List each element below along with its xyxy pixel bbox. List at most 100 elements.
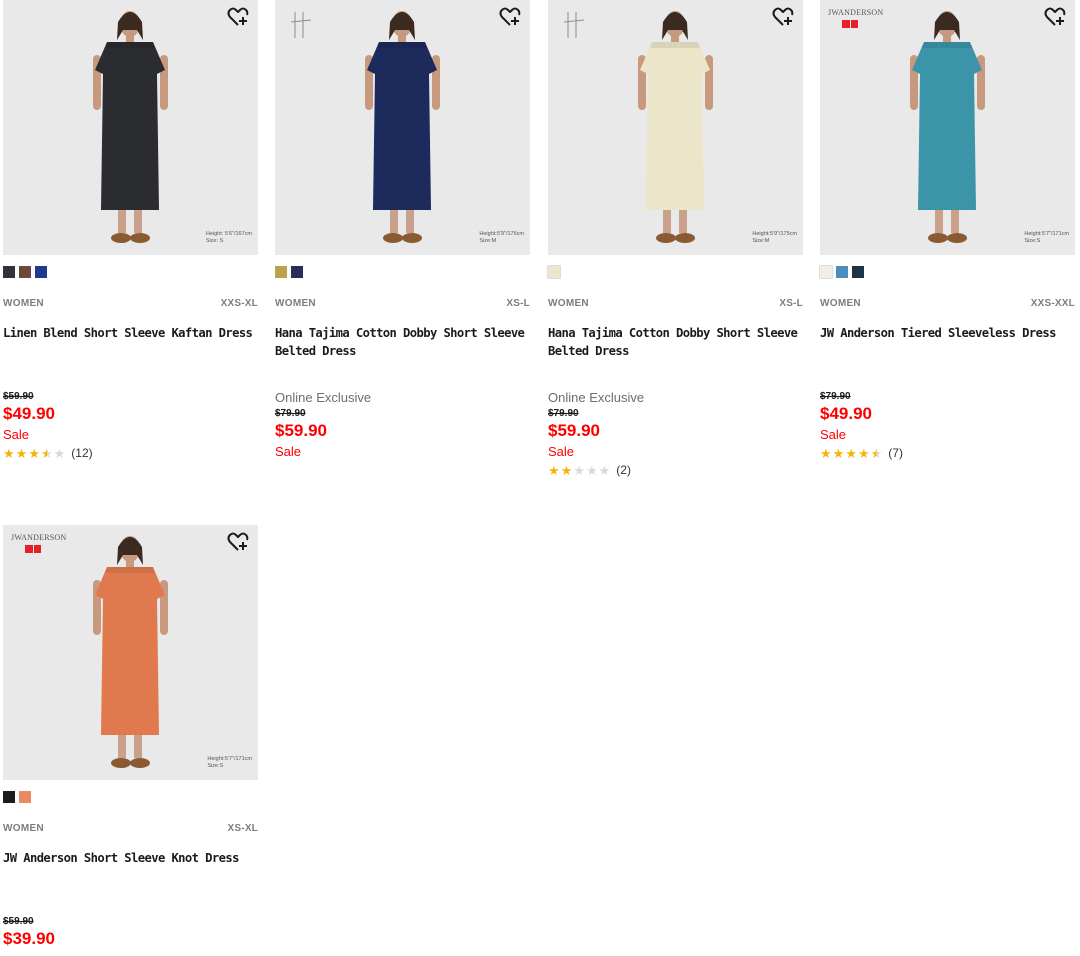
- star-icon: ★: [820, 445, 832, 461]
- product-meta: WOMEN XXS-XXL: [820, 298, 1075, 310]
- star-icon: ★: [832, 445, 845, 461]
- add-to-wishlist-icon[interactable]: [226, 6, 250, 28]
- brand-logo-icon: [563, 12, 585, 38]
- model-figure: [93, 536, 168, 768]
- price-block: Online Exclusive $79.90 $59.90 Sale: [275, 389, 530, 462]
- add-to-wishlist-icon[interactable]: [771, 6, 795, 28]
- product-meta: WOMEN XS-L: [275, 298, 530, 310]
- color-swatch[interactable]: [819, 265, 833, 279]
- price-block: $79.90 $49.90 Sale ★ ★ ★ ★ ★ (7): [820, 390, 1075, 461]
- product-card[interactable]: Height:5'9"/176cm Size:M WOMEN XS-L Hana Taj…: [275, 0, 530, 459]
- product-name[interactable]: Linen Blend Short Sleeve Kaftan Dress: [3, 324, 258, 342]
- rating[interactable]: ★ ★ ★ ★ ★ (7): [820, 445, 1075, 461]
- original-price: $59.90: [3, 916, 34, 927]
- product-name[interactable]: Hana Tajima Cotton Dobby Short Sleeve Be…: [548, 324, 803, 360]
- model-info-line: Height:5'7"/171cm: [207, 756, 252, 763]
- gender-label: WOMEN: [3, 823, 44, 834]
- model-info-line: Size:S: [1024, 238, 1041, 245]
- color-swatch[interactable]: [35, 266, 47, 278]
- star-icon: ★: [560, 462, 573, 478]
- color-swatches: [819, 265, 864, 279]
- original-price: $59.90: [3, 391, 34, 402]
- price-block: $59.90 $39.90: [3, 915, 258, 950]
- model-figure: [93, 11, 168, 243]
- color-swatch[interactable]: [275, 266, 287, 278]
- size-range: XS-L: [779, 298, 803, 309]
- rating[interactable]: ★ ★ ★ ★ ★ (12): [3, 445, 258, 461]
- color-swatches: [3, 791, 31, 803]
- star-icon: ★: [845, 445, 857, 461]
- add-to-wishlist-icon[interactable]: [498, 6, 522, 28]
- product-card[interactable]: JWANDERSON Height:5'7"/171cm Size:S WOMEN XS…: [3, 525, 258, 948]
- color-swatches: [3, 266, 47, 278]
- brand-logo-text: JWANDERSON: [11, 533, 67, 542]
- model-info: Height:5'7"/171cm Size:S: [1024, 231, 1069, 245]
- product-card[interactable]: Height:5'9"/175cm Size:M WOMEN XS-L Hana Taj…: [547, 0, 803, 477]
- price-block: Online Exclusive $79.90 $59.90 Sale ★ ★ ★ ★ ★ (2): [548, 389, 803, 478]
- product-image[interactable]: Height:5'9"/176cm Size:M: [275, 0, 530, 255]
- product-image[interactable]: JWANDERSON Height:5'7"/171cm Size:S: [820, 0, 1075, 255]
- original-price: $79.90: [820, 391, 851, 402]
- rating-stars: ★ ★ ★ ★ ★: [548, 464, 610, 477]
- model-info-line: Height:5'9"/175cm: [752, 231, 797, 238]
- color-swatch[interactable]: [19, 791, 31, 803]
- brand-logo-text: JWANDERSON: [828, 8, 884, 17]
- model-info: Height:5'9"/176cm Size:M: [479, 231, 524, 245]
- model-figure: [910, 11, 985, 243]
- product-card[interactable]: JWANDERSON Height:5'7"/171cm Size:S WOMEN XX…: [819, 0, 1075, 460]
- product-name[interactable]: Hana Tajima Cotton Dobby Short Sleeve Be…: [275, 324, 530, 360]
- product-meta: WOMEN XS-L: [548, 298, 803, 310]
- product-meta: WOMEN XS-XL: [3, 823, 258, 835]
- model-info-line: Height: 5'6"/167cm: [205, 231, 252, 238]
- model-info-line: Size:S: [207, 763, 224, 770]
- star-icon: ★: [870, 445, 883, 461]
- color-swatch[interactable]: [836, 266, 848, 278]
- star-icon: ★: [573, 462, 585, 478]
- rating-stars: ★ ★ ★ ★ ★: [820, 447, 882, 460]
- uniqlo-logo: [842, 20, 858, 28]
- sale-price: $59.90: [275, 421, 327, 440]
- star-icon: ★: [598, 462, 611, 478]
- product-meta: WOMEN XXS-XL: [3, 298, 258, 310]
- sale-label: Sale: [548, 444, 575, 459]
- color-swatch[interactable]: [19, 266, 31, 278]
- star-icon: ★: [40, 445, 53, 461]
- model-info-line: Size:M: [479, 238, 497, 245]
- sale-price: $39.90: [3, 929, 55, 948]
- product-name[interactable]: JW Anderson Tiered Sleeveless Dress: [820, 324, 1075, 342]
- color-swatch[interactable]: [852, 266, 864, 278]
- brand-logo-icon: [290, 12, 312, 38]
- star-icon: ★: [3, 445, 15, 461]
- rating[interactable]: ★ ★ ★ ★ ★ (2): [548, 462, 803, 478]
- product-card[interactable]: Height: 5'6"/167cm Size: S WOMEN XXS-XL Line…: [3, 0, 258, 460]
- color-swatch[interactable]: [291, 266, 303, 278]
- product-name[interactable]: JW Anderson Short Sleeve Knot Dress: [3, 849, 258, 867]
- star-icon: ★: [53, 445, 66, 461]
- size-range: XXS-XL: [220, 298, 258, 309]
- sale-label: Sale: [3, 427, 30, 442]
- add-to-wishlist-icon[interactable]: [226, 531, 250, 553]
- sale-price: $59.90: [548, 421, 600, 440]
- gender-label: WOMEN: [548, 298, 589, 309]
- color-swatch[interactable]: [547, 265, 561, 279]
- product-image[interactable]: Height: 5'6"/167cm Size: S: [3, 0, 258, 255]
- online-exclusive-label: Online Exclusive: [275, 390, 372, 405]
- product-image[interactable]: Height:5'9"/175cm Size:M: [548, 0, 803, 255]
- sale-price: $49.90: [820, 404, 872, 423]
- star-icon: ★: [15, 445, 28, 461]
- add-to-wishlist-icon[interactable]: [1043, 6, 1067, 28]
- color-swatch[interactable]: [3, 791, 15, 803]
- star-icon: ★: [28, 445, 40, 461]
- color-swatches: [275, 266, 303, 278]
- rating-count: (7): [888, 446, 903, 460]
- sale-price: $49.90: [3, 404, 55, 423]
- size-range: XS-XL: [227, 823, 258, 834]
- star-icon: ★: [548, 462, 560, 478]
- original-price: $79.90: [548, 408, 579, 419]
- star-icon: ★: [585, 462, 598, 478]
- product-image[interactable]: JWANDERSON Height:5'7"/171cm Size:S: [3, 525, 258, 780]
- uniqlo-logo: [25, 545, 41, 553]
- color-swatch[interactable]: [3, 266, 15, 278]
- gender-label: WOMEN: [275, 298, 316, 309]
- model-info-line: Height:5'7"/171cm: [1024, 231, 1069, 238]
